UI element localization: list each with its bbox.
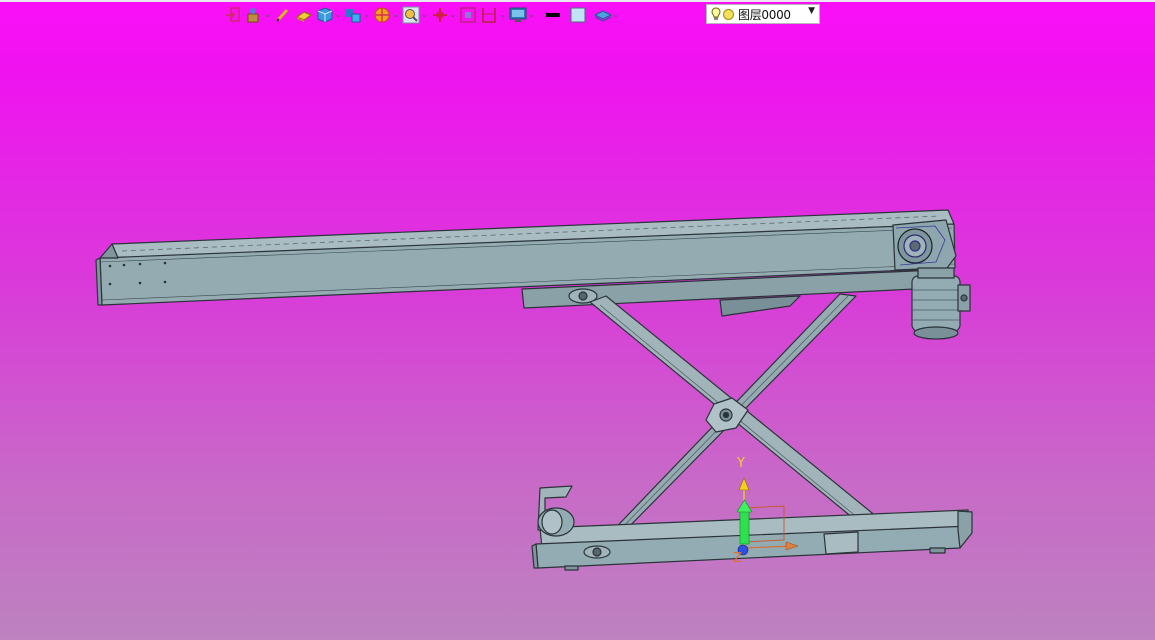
eraser-button[interactable] [295,4,313,26]
snap-button[interactable]: ⌄ [245,4,271,26]
fit-view-icon [460,7,476,23]
pan-button[interactable]: ⌄ [431,4,457,26]
chevron-down-icon: ⌄ [420,10,428,19]
layer-status-icon [723,8,734,20]
chevron-down-icon: ⌄ [334,10,342,19]
chevron-down-icon: ⌄ [449,10,457,19]
layer-stack-button[interactable]: ⌄ [593,4,620,26]
view-toolbar: ⌄ ⌄ ⌄ ⌄ ⌄ ⌄ ⌄ ⌄ ⌄ [224,3,622,27]
line-color-button[interactable] [544,4,562,26]
display-icon [509,7,527,22]
pen-icon [275,8,288,22]
chevron-down-icon: ⌄ [264,10,271,19]
section-icon [482,8,497,23]
chevron-down-icon: ⌄ [499,10,506,19]
3d-viewport[interactable]: Y Z [0,28,1155,640]
layer-name: 图层0000 [738,7,791,22]
base-frame [531,485,973,571]
exit-icon [226,7,240,22]
sketch-pen-button[interactable] [274,4,292,26]
z-axis-label: Z [733,551,742,566]
zoom-icon [402,6,420,24]
fill-color-button[interactable] [569,4,587,26]
section-button[interactable]: ⌄ [480,4,506,26]
pan-icon [432,8,447,22]
chevron-down-icon: ⌄ [612,10,620,19]
scissor-lift-arms [589,293,889,545]
fit-view-button[interactable] [459,4,477,26]
layer-selector[interactable]: 图层0000 ▼ [706,4,820,24]
fill-color-icon [570,7,586,23]
conveyor-model [95,209,973,571]
window-top-edge [0,0,1155,2]
layer-stack-icon [593,10,612,22]
chevron-down-icon: ⌄ [392,10,399,19]
line-color-icon [545,13,560,17]
display-button[interactable]: ⌄ [509,4,535,26]
cube-view-icon [317,7,333,23]
y-axis-label: Y [736,456,745,471]
render-mode-button[interactable]: ⌄ [373,4,399,26]
lightbulb-icon [711,7,721,20]
chevron-down-icon: ⌄ [527,10,535,19]
component-button[interactable]: ⌄ [344,4,370,26]
view-cube-button[interactable]: ⌄ [316,4,342,26]
snap-icon [247,8,259,23]
render-mode-icon [374,7,390,23]
eraser-icon [295,11,312,22]
dropdown-arrow-icon[interactable]: ▼ [808,6,815,16]
exit-button[interactable] [224,4,242,26]
zoom-button[interactable]: ⌄ [402,4,428,26]
chevron-down-icon: ⌄ [363,10,371,19]
component-icon [346,9,361,23]
